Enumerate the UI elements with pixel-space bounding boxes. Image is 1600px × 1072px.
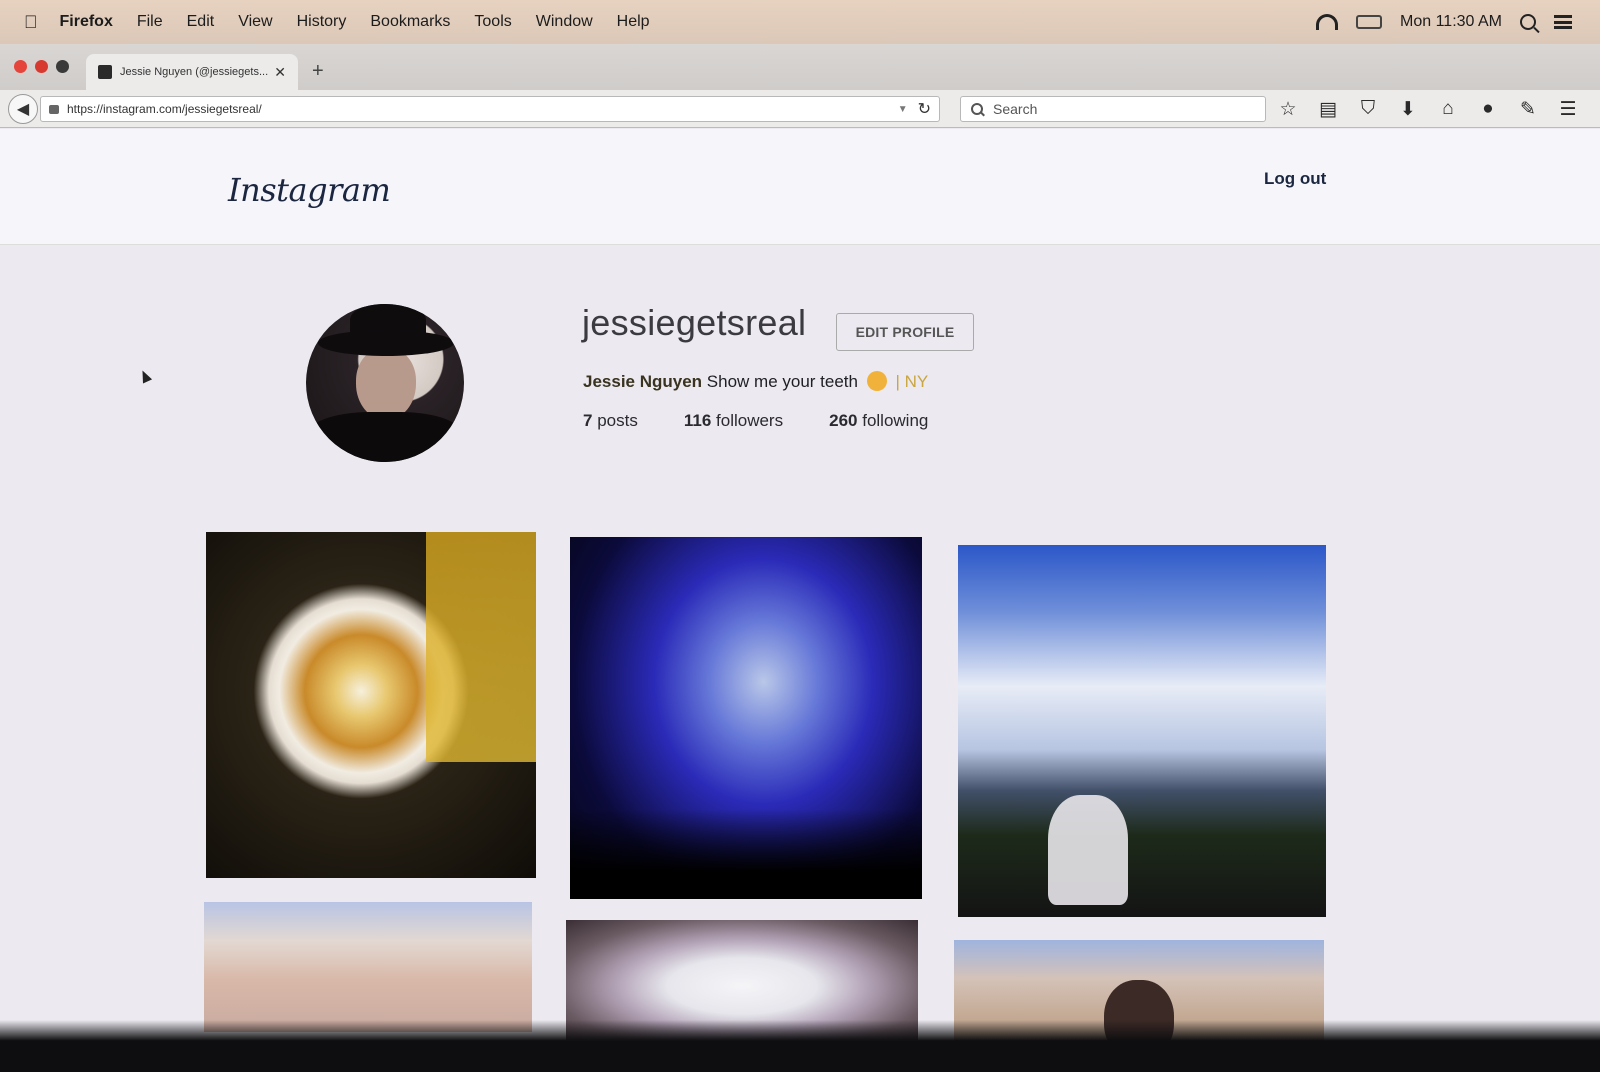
url-dropdown-icon[interactable]: ▼	[898, 104, 908, 115]
posts-stat[interactable]: 7 posts	[583, 411, 638, 431]
search-icon	[971, 103, 983, 115]
download-icon[interactable]: ⬇	[1398, 98, 1418, 121]
minimize-window-icon[interactable]	[35, 60, 48, 73]
posts-label: posts	[597, 411, 638, 430]
spotlight-search-icon[interactable]	[1520, 14, 1536, 30]
menu-tools[interactable]: Tools	[474, 13, 511, 31]
grin-emoji-icon	[866, 371, 887, 391]
url-bar[interactable]: https://instagram.com/jessiegetsreal/ ▼ …	[40, 96, 940, 122]
lock-icon	[49, 104, 59, 114]
monitor-bezel	[0, 1020, 1600, 1072]
menu-bookmarks[interactable]: Bookmarks	[370, 13, 450, 31]
toolbar-icons: ☆ ▤ ⛉ ⬇ ⌂ ● ✎ ☰	[1278, 98, 1578, 121]
search-placeholder[interactable]: Search	[993, 101, 1037, 117]
avatar-coat	[306, 412, 464, 462]
tab-strip: Jessie Nguyen (@jessiegets... ✕ +	[0, 44, 1600, 90]
clock[interactable]: Mon 11:30 AM	[1400, 13, 1502, 31]
menu-window[interactable]: Window	[536, 13, 593, 31]
reading-list-icon[interactable]: ▤	[1318, 98, 1338, 121]
browser-tab[interactable]: Jessie Nguyen (@jessiegets... ✕	[86, 54, 298, 90]
close-tab-icon[interactable]: ✕	[274, 64, 286, 81]
back-button[interactable]: ◀	[8, 94, 38, 124]
menu-app-firefox[interactable]: Firefox	[60, 13, 113, 31]
bookmark-star-icon[interactable]: ☆	[1278, 98, 1298, 121]
profile-full-name: Jessie Nguyen	[583, 372, 703, 391]
chat-icon[interactable]: ●	[1478, 98, 1498, 121]
followers-count: 116	[683, 411, 712, 430]
battery-icon[interactable]	[1356, 15, 1383, 29]
instagram-header: Instagram Log out	[0, 129, 1600, 245]
avatar[interactable]	[306, 304, 464, 462]
reload-icon[interactable]: ↻	[918, 99, 931, 119]
menu-file[interactable]: File	[137, 13, 163, 31]
back-arrow-icon: ◀	[16, 101, 30, 118]
following-count: 260	[829, 411, 858, 430]
followers-stat[interactable]: 116 followers	[684, 411, 783, 431]
instagram-logo[interactable]: Instagram	[228, 171, 391, 209]
profile-location: | NY	[895, 372, 929, 391]
posts-count: 7	[583, 411, 593, 430]
notification-center-icon[interactable]	[1554, 15, 1572, 29]
following-stat[interactable]: 260 following	[829, 411, 928, 431]
window-controls	[14, 60, 69, 73]
profile-bio: Jessie Nguyen Show me your teeth | NY	[583, 371, 928, 392]
navigation-bar: ◀ https://instagram.com/jessiegetsreal/ …	[0, 90, 1600, 128]
new-tab-icon[interactable]: +	[312, 60, 324, 83]
menu-icon[interactable]: ☰	[1558, 98, 1578, 121]
followers-label: followers	[716, 411, 784, 430]
search-bar[interactable]: Search	[960, 96, 1266, 122]
following-label: following	[862, 411, 929, 430]
home-icon[interactable]: ⌂	[1438, 98, 1458, 121]
close-window-icon[interactable]	[14, 60, 27, 73]
menu-view[interactable]: View	[238, 13, 272, 31]
photo-skyline[interactable]	[958, 545, 1326, 917]
profile-section: jessiegetsreal EDIT PROFILE Jessie Nguye…	[0, 246, 1600, 526]
tab-title: Jessie Nguyen (@jessiegets...	[120, 66, 269, 78]
menu-history[interactable]: History	[297, 13, 347, 31]
photo-concert[interactable]	[570, 537, 922, 899]
menu-extras: Mon 11:30 AM	[1316, 0, 1572, 44]
profile-stats: 7 posts 116 followers 260 following	[583, 411, 928, 431]
profile-bio-text: Show me your teeth	[706, 372, 858, 391]
extension-icon[interactable]: ✎	[1518, 98, 1538, 121]
menu-edit[interactable]: Edit	[187, 13, 215, 31]
instagram-favicon-icon	[98, 65, 112, 79]
profile-username: jessiegetsreal	[582, 302, 807, 343]
apple-icon[interactable]: 	[24, 12, 38, 33]
pocket-icon[interactable]: ⛉	[1358, 98, 1378, 121]
wifi-icon[interactable]	[1316, 14, 1339, 30]
screen:  Firefox File Edit View History Bookmar…	[0, 0, 1600, 1072]
mac-menu-bar:  Firefox File Edit View History Bookmar…	[0, 0, 1600, 44]
menu-help[interactable]: Help	[617, 13, 650, 31]
photo-hands[interactable]	[204, 902, 532, 1032]
edit-profile-button[interactable]: EDIT PROFILE	[836, 313, 974, 351]
logout-link[interactable]: Log out	[1264, 169, 1326, 189]
zoom-window-icon[interactable]	[56, 60, 69, 73]
avatar-face	[356, 348, 416, 420]
avatar-hat-brim	[318, 330, 454, 356]
url-text[interactable]: https://instagram.com/jessiegetsreal/	[67, 102, 898, 116]
photo-latte[interactable]	[206, 532, 536, 878]
